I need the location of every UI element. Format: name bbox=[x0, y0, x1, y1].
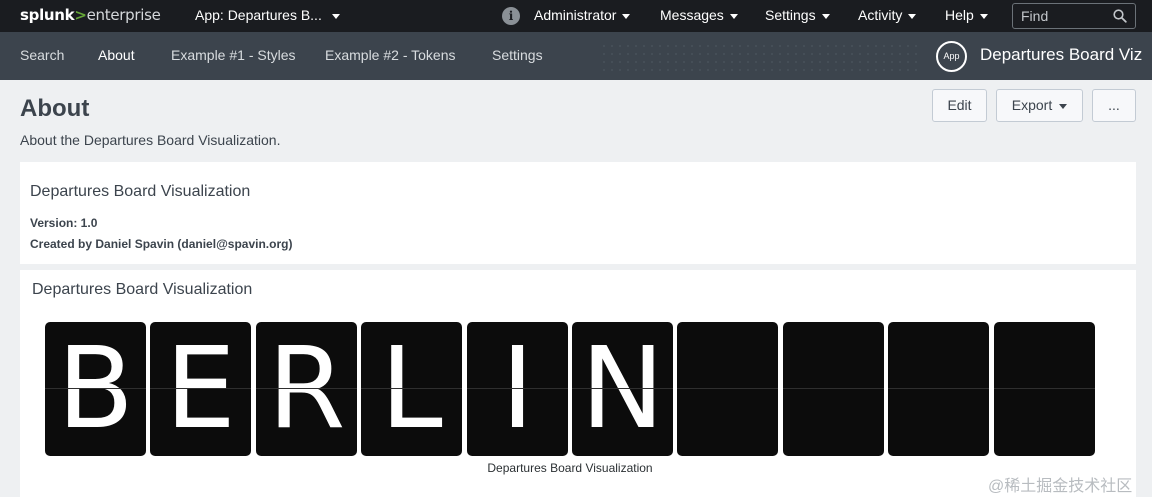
nav-settings[interactable]: Settings bbox=[492, 47, 543, 63]
board-flap-character: R bbox=[267, 324, 346, 454]
created-by-text: Created by Daniel Spavin (daniel@spavin.… bbox=[30, 237, 293, 251]
splunk-logo[interactable]: splunk>enterprise bbox=[20, 6, 161, 24]
board-flap bbox=[783, 322, 884, 456]
board-flap-character bbox=[888, 322, 989, 456]
export-button[interactable]: Export bbox=[996, 89, 1083, 122]
board-flap bbox=[994, 322, 1095, 456]
nav-about[interactable]: About bbox=[98, 47, 135, 63]
menu-activity[interactable]: Activity bbox=[858, 7, 917, 23]
info-icon[interactable]: i bbox=[502, 7, 520, 25]
board-flap-split bbox=[45, 388, 146, 389]
board-flap-split bbox=[150, 388, 251, 389]
board-flap: L bbox=[361, 322, 462, 456]
menu-administrator[interactable]: Administrator bbox=[534, 7, 631, 23]
chevron-down-icon bbox=[1059, 103, 1068, 109]
board-flap-split bbox=[994, 388, 1095, 389]
nav-search[interactable]: Search bbox=[20, 47, 64, 63]
board-flap: R bbox=[256, 322, 357, 456]
app-bar-pattern bbox=[600, 42, 920, 72]
board-flap-character: E bbox=[165, 324, 236, 454]
edit-button[interactable]: Edit bbox=[932, 89, 987, 122]
watermark: @稀土掘金技术社区 bbox=[988, 478, 1133, 495]
search-icon[interactable] bbox=[1113, 9, 1127, 23]
page-description: About the Departures Board Visualization… bbox=[20, 132, 281, 148]
chevron-down-icon bbox=[979, 13, 988, 19]
board-flap-character: B bbox=[57, 324, 134, 454]
board-flap-character bbox=[994, 322, 1095, 456]
board-flap-split bbox=[572, 388, 673, 389]
author-email-link[interactable]: daniel@spavin.org bbox=[181, 237, 288, 251]
board-flap: I bbox=[467, 322, 568, 456]
version-text: Version: 1.0 bbox=[30, 216, 98, 230]
board-flap-split bbox=[361, 388, 462, 389]
more-actions-button[interactable]: ... bbox=[1092, 89, 1136, 122]
page-title: About bbox=[20, 95, 90, 122]
app-bar: Search About Example #1 - Styles Example… bbox=[0, 32, 1152, 80]
board-flap: N bbox=[572, 322, 673, 456]
menu-settings[interactable]: Settings bbox=[765, 7, 830, 23]
visualization-panel: Departures Board Visualization BERLIN De… bbox=[20, 270, 1136, 497]
board-flap-character: N bbox=[580, 324, 665, 454]
board-caption: Departures Board Visualization bbox=[487, 461, 653, 475]
board-flap bbox=[677, 322, 778, 456]
app-selector[interactable]: App: Departures B... bbox=[195, 7, 340, 23]
board-flap-character: L bbox=[380, 324, 443, 454]
app-selector-label: App: Departures B... bbox=[195, 7, 322, 23]
app-icon: App bbox=[936, 41, 967, 72]
nav-example-styles[interactable]: Example #1 - Styles bbox=[171, 47, 296, 63]
board-flap-character bbox=[677, 322, 778, 456]
board-flap: B bbox=[45, 322, 146, 456]
find-box[interactable] bbox=[1012, 3, 1136, 29]
departures-board: BERLIN bbox=[45, 322, 1097, 456]
find-input[interactable] bbox=[1013, 4, 1113, 28]
top-bar: splunk>enterprise App: Departures B... i… bbox=[0, 0, 1152, 32]
board-flap-character: I bbox=[500, 324, 535, 454]
board-flap-split bbox=[467, 388, 568, 389]
chevron-down-icon bbox=[908, 13, 917, 19]
board-flap bbox=[888, 322, 989, 456]
app-title: Departures Board Viz bbox=[980, 45, 1143, 64]
chevron-down-icon bbox=[729, 13, 738, 19]
board-flap-character bbox=[783, 322, 884, 456]
chevron-down-icon bbox=[331, 13, 340, 19]
board-flap-split bbox=[256, 388, 357, 389]
board-flap-split bbox=[677, 388, 778, 389]
board-flap-split bbox=[888, 388, 989, 389]
chevron-down-icon bbox=[622, 13, 631, 19]
nav-example-tokens[interactable]: Example #2 - Tokens bbox=[325, 47, 455, 63]
menu-messages[interactable]: Messages bbox=[660, 7, 738, 23]
chevron-down-icon bbox=[821, 13, 830, 19]
menu-help[interactable]: Help bbox=[945, 7, 988, 23]
board-flap-split bbox=[783, 388, 884, 389]
panel-title: Departures Board Visualization bbox=[32, 281, 253, 298]
panel-title: Departures Board Visualization bbox=[30, 183, 251, 200]
about-panel: Departures Board Visualization Version: … bbox=[20, 162, 1136, 264]
board-flap: E bbox=[150, 322, 251, 456]
